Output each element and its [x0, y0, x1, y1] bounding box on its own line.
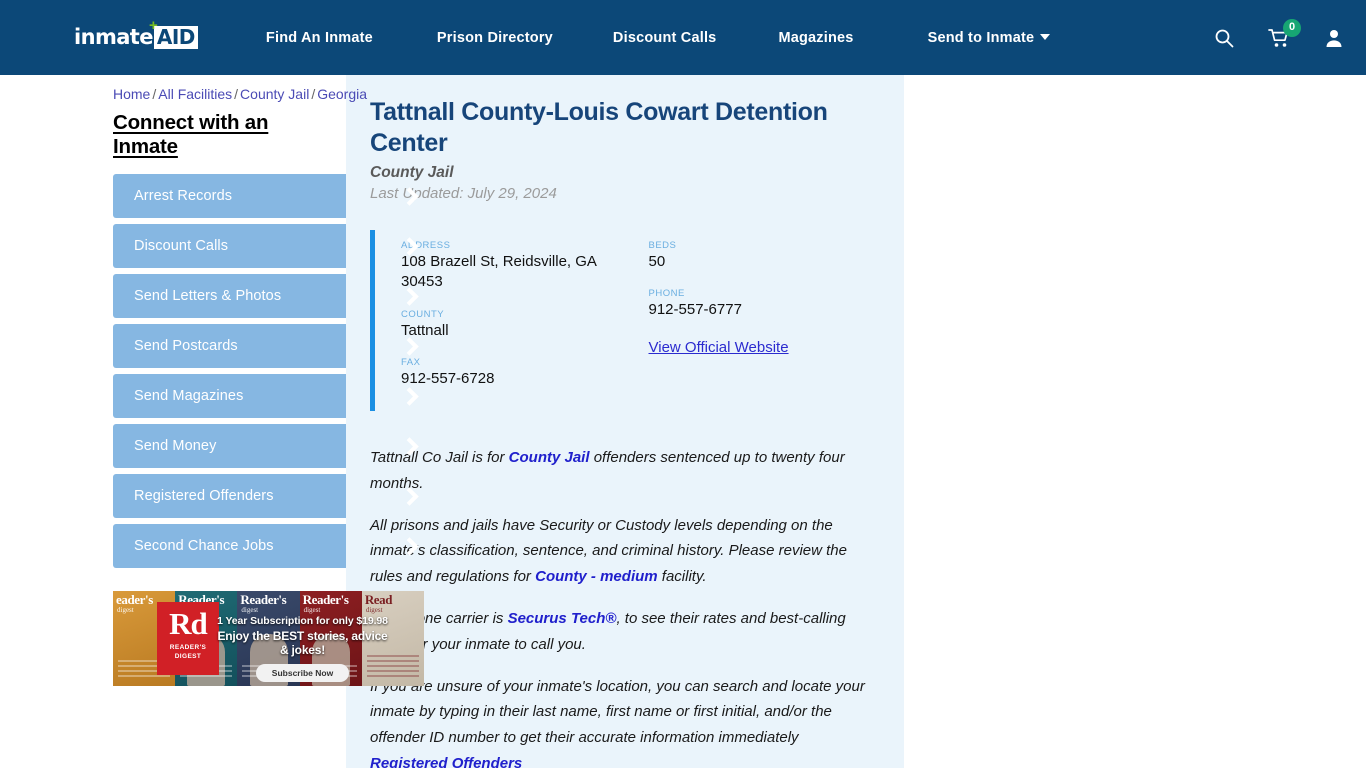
nav-item-send-to-inmate[interactable]: Send to Inmate [928, 24, 1051, 52]
p2-text-b: facility. [657, 568, 707, 586]
facility-info-left-column: ADDRESS 108 Brazell St, Reidsville, GA 3… [401, 240, 639, 405]
breadcrumb-item-georgia[interactable]: Georgia [317, 86, 367, 102]
facility-address-label: ADDRESS [401, 240, 451, 251]
facility-fax-value: 912-557-6728 [401, 369, 495, 387]
sidebar: Connect with an Inmate Arrest Records Di… [0, 75, 435, 768]
ad-cover-title: Reader's [302, 592, 349, 607]
description-paragraph-4: If you are unsure of your inmate's locat… [370, 674, 876, 768]
p2-county-medium-link[interactable]: County - medium [535, 568, 658, 585]
facility-beds-value: 50 [648, 253, 666, 270]
facility-info-right-column: BEDS 50 PHONE 912-557-6777 View Official… [639, 240, 877, 405]
facility-fax: FAX 912-557-6728 [401, 357, 639, 389]
facility-panel: Tattnall County-Louis Cowart Detention C… [346, 75, 904, 768]
nav-item-send-to-inmate-label: Send to Inmate [927, 29, 1035, 46]
p1-text-a: Tattnall Co Jail is for [370, 449, 509, 466]
facility-website: View Official Website [649, 337, 877, 357]
ad-cover-sub: digest [303, 606, 321, 615]
nav-item-prison-directory[interactable]: Prison Directory [437, 24, 553, 52]
p3-securus-tech-link[interactable]: Securus Tech® [508, 610, 617, 627]
facility-type: County Jail [370, 164, 454, 181]
user-icon[interactable] [1324, 28, 1344, 48]
ad-brand-logo: Rd READER'S DIGEST [157, 602, 219, 675]
logo-aid-badge: AID [153, 26, 198, 49]
description-paragraph-2: All prisons and jails have Security or C… [370, 513, 876, 590]
ad-headline-1: 1 Year Subscription for only $19.98 [217, 615, 388, 627]
ad-subscribe-button[interactable]: Subscribe Now [255, 664, 350, 682]
breadcrumb: Home / All Facilities / County Jail / Georgia [113, 86, 367, 102]
breadcrumb-separator: / [234, 86, 239, 102]
cart-count-badge: 0 [1283, 18, 1301, 37]
registered-offenders-link[interactable]: Registered Offenders [370, 751, 522, 768]
nav-item-find-an-inmate[interactable]: Find An Inmate [266, 24, 373, 52]
facility-last-updated: Last Updated: July 29, 2024 [370, 185, 557, 202]
nav-item-magazines[interactable]: Magazines [778, 24, 853, 52]
logo-wordmark: inmate [74, 25, 153, 49]
facility-phone-value: 912-557-6777 [648, 301, 742, 319]
facility-beds: BEDS 50 [649, 240, 877, 272]
ad-brand-mark: Rd [169, 606, 208, 641]
sidebar-title: Connect with an Inmate [113, 111, 269, 158]
facility-county-label: COUNTY [401, 308, 445, 320]
main-nav: Find An Inmate Prison Directory Discount… [266, 24, 1174, 52]
p4-text-a: If you are unsure of your inmate's locat… [370, 677, 865, 747]
facility-phone: PHONE 912-557-6777 [649, 288, 877, 320]
facility-address: ADDRESS 108 Brazell St, Reidsville, GA 3… [401, 240, 639, 293]
ad-cover-title: Reader's [240, 592, 287, 607]
ad-copy: 1 Year Subscription for only $19.98 Enjo… [217, 615, 388, 682]
facility-beds-label: BEDS [648, 240, 677, 251]
facility-info-box: ADDRESS 108 Brazell St, Reidsville, GA 3… [370, 230, 876, 411]
ad-brand-name: READER'S DIGEST [169, 644, 207, 660]
facility-county-value: Tattnall [401, 321, 449, 339]
chevron-down-icon [1040, 33, 1051, 40]
page-title: Tattnall County-Louis Cowart Detention C… [370, 98, 828, 157]
header-icon-group: 0 [1214, 18, 1344, 48]
breadcrumb-item-county-jail[interactable]: County Jail [240, 86, 309, 102]
ad-headline-2: Enjoy the BEST stories, advice & jokes! [217, 629, 388, 657]
logo-plus-icon: + [149, 16, 158, 34]
breadcrumb-item-all-facilities[interactable]: All Facilities [158, 86, 232, 102]
view-official-website-link[interactable]: View Official Website [649, 339, 789, 356]
ad-cover-sub: digest [241, 606, 259, 615]
site-logo[interactable]: inmate AID + [74, 18, 198, 53]
facility-fax-label: FAX [401, 356, 421, 368]
page-body: Home / All Facilities / County Jail / Georgia … [0, 75, 1366, 768]
advertisement-banner[interactable]: eader's digest Reader's digest Reader's … [113, 591, 424, 686]
description-paragraph-1: Tattnall Co Jail is for County Jail offe… [370, 445, 876, 497]
facility-address-value: 108 Brazell St, Reidsville, GA 30453 [401, 253, 597, 291]
facility-county: COUNTY Tattnall [401, 309, 639, 341]
cart-icon[interactable]: 0 [1268, 18, 1301, 48]
ad-cover-sub: digest [365, 606, 383, 615]
breadcrumb-item-home[interactable]: Home [113, 86, 150, 102]
p1-county-jail-link[interactable]: County Jail [509, 449, 590, 466]
search-icon[interactable] [1214, 28, 1234, 48]
ad-cover-title: Read [364, 592, 393, 607]
description-paragraph-3: The phone carrier is Securus Tech®, to s… [370, 606, 876, 658]
nav-item-discount-calls[interactable]: Discount Calls [613, 24, 717, 52]
facility-description: Tattnall Co Jail is for County Jail offe… [370, 445, 876, 768]
site-header: inmate AID + Find An Inmate Prison Direc… [0, 0, 1366, 75]
facility-phone-label: PHONE [648, 288, 685, 300]
